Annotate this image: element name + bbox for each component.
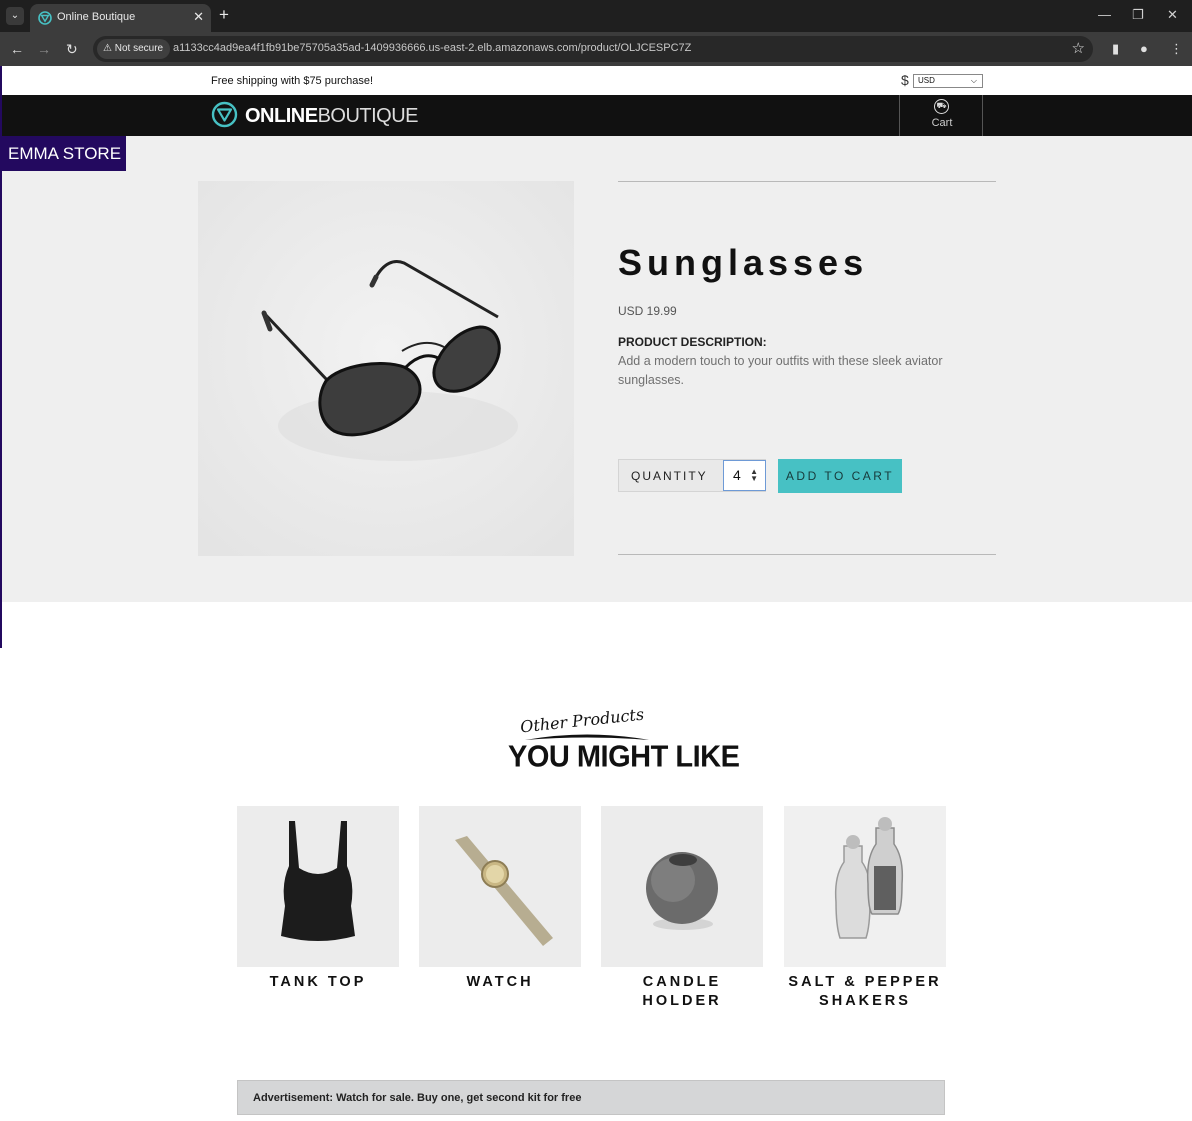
boutique-favicon-icon <box>38 11 52 25</box>
product-price: USD 19.99 <box>618 304 677 318</box>
recommendation-name[interactable]: CANDLE HOLDER <box>601 973 763 1010</box>
currency-select[interactable]: USD ⌵ <box>913 74 983 88</box>
quantity-label: QUANTITY <box>631 469 708 483</box>
store-badge: EMMA STORE <box>0 136 126 171</box>
chevron-down-icon: ⌵ <box>970 76 977 85</box>
forward-icon[interactable]: → <box>37 40 51 58</box>
reload-icon[interactable]: ↻ <box>66 40 78 58</box>
product-description-label: PRODUCT DESCRIPTION: <box>618 335 767 349</box>
candle-holder-image[interactable] <box>601 806 763 967</box>
profile-icon[interactable]: ● <box>1140 41 1148 57</box>
quantity-select[interactable]: 4 ▲ ▼ <box>723 460 766 491</box>
product-title: Sunglasses <box>618 242 869 283</box>
add-to-cart-button[interactable]: ADD TO CART <box>778 459 902 493</box>
bookmark-star-icon[interactable]: ☆ <box>1072 40 1085 58</box>
cart-icon: ⛟ <box>934 99 949 114</box>
quantity-value: 4 <box>733 467 741 483</box>
cart-label: Cart <box>931 117 953 129</box>
cart-link[interactable]: ⛟ Cart <box>899 95 983 136</box>
browser-toolbar: ← → ↻ ⚠ Not secure a1133cc4ad9ea4f1fb91b… <box>0 32 1192 66</box>
tab-search-icon[interactable]: ⌄ <box>6 7 24 25</box>
window-close-icon[interactable]: ✕ <box>1167 6 1178 24</box>
logo-text-bold: ONLINE <box>245 105 318 127</box>
warning-icon: ⚠ <box>103 43 112 54</box>
currency-value: USD <box>918 76 935 85</box>
url-text[interactable]: a1133cc4ad9ea4f1fb91be75705a35ad-1409936… <box>173 42 691 54</box>
logo-text-light: BOUTIQUE <box>317 105 419 127</box>
spinner-arrows-icon: ▲ ▼ <box>750 467 758 483</box>
recommendation-name[interactable]: WATCH <box>419 973 581 992</box>
recommendation-name[interactable]: SALT & PEPPER SHAKERS <box>784 973 946 1010</box>
browser-menu-icon[interactable]: ⋮ <box>1170 41 1183 57</box>
currency-symbol: $ <box>901 72 909 88</box>
salt-pepper-shakers-image[interactable] <box>784 806 946 967</box>
restore-icon[interactable]: ❐ <box>1132 6 1144 24</box>
side-panel-icon[interactable]: ▮ <box>1112 41 1119 57</box>
sunglasses-image <box>198 181 574 556</box>
browser-tabstrip: ⌄ Online Boutique ✕ + — ❐ ✕ <box>0 0 1192 32</box>
minimize-icon[interactable]: — <box>1098 6 1111 24</box>
new-tab-icon[interactable]: + <box>219 6 229 24</box>
watch-image[interactable] <box>419 806 581 967</box>
page-content: Free shipping with $75 purchase! $ USD ⌵… <box>0 66 1192 1121</box>
address-bar[interactable]: ⚠ Not secure a1133cc4ad9ea4f1fb91be75705… <box>93 36 1093 62</box>
tab-title: Online Boutique <box>57 11 136 23</box>
tank-top-image[interactable] <box>237 806 399 967</box>
browser-tab[interactable]: Online Boutique ✕ <box>30 4 211 32</box>
product-description: Add a modern touch to your outfits with … <box>618 354 943 387</box>
recommendations-heading: Other Products YOU MIGHT LIKE <box>490 705 740 781</box>
back-icon[interactable]: ← <box>10 40 24 58</box>
site-navbar: ONLINEBOUTIQUE ⛟ Cart <box>0 95 1192 136</box>
security-label: Not secure <box>114 43 164 54</box>
product-top-divider <box>618 181 996 182</box>
advertisement-text[interactable]: Advertisement: Watch for sale. Buy one, … <box>253 1092 581 1104</box>
tab-close-icon[interactable]: ✕ <box>193 9 204 25</box>
site-logo[interactable]: ONLINEBOUTIQUE <box>245 105 419 128</box>
shipping-message: Free shipping with $75 purchase! <box>211 75 374 87</box>
advertisement-banner[interactable]: Advertisement: Watch for sale. Buy one, … <box>237 1080 945 1115</box>
product-image <box>198 181 574 556</box>
security-chip[interactable]: ⚠ Not secure <box>97 39 171 59</box>
product-section <box>0 136 1192 602</box>
product-bottom-divider <box>618 554 996 555</box>
quantity-control: QUANTITY 4 ▲ ▼ <box>618 459 766 492</box>
recommendations-heading-main: YOU MIGHT LIKE <box>508 740 740 774</box>
promo-bar: Free shipping with $75 purchase! $ USD ⌵ <box>0 66 1192 95</box>
recommendation-name[interactable]: TANK TOP <box>237 973 399 992</box>
boutique-logo-icon[interactable] <box>211 101 238 128</box>
